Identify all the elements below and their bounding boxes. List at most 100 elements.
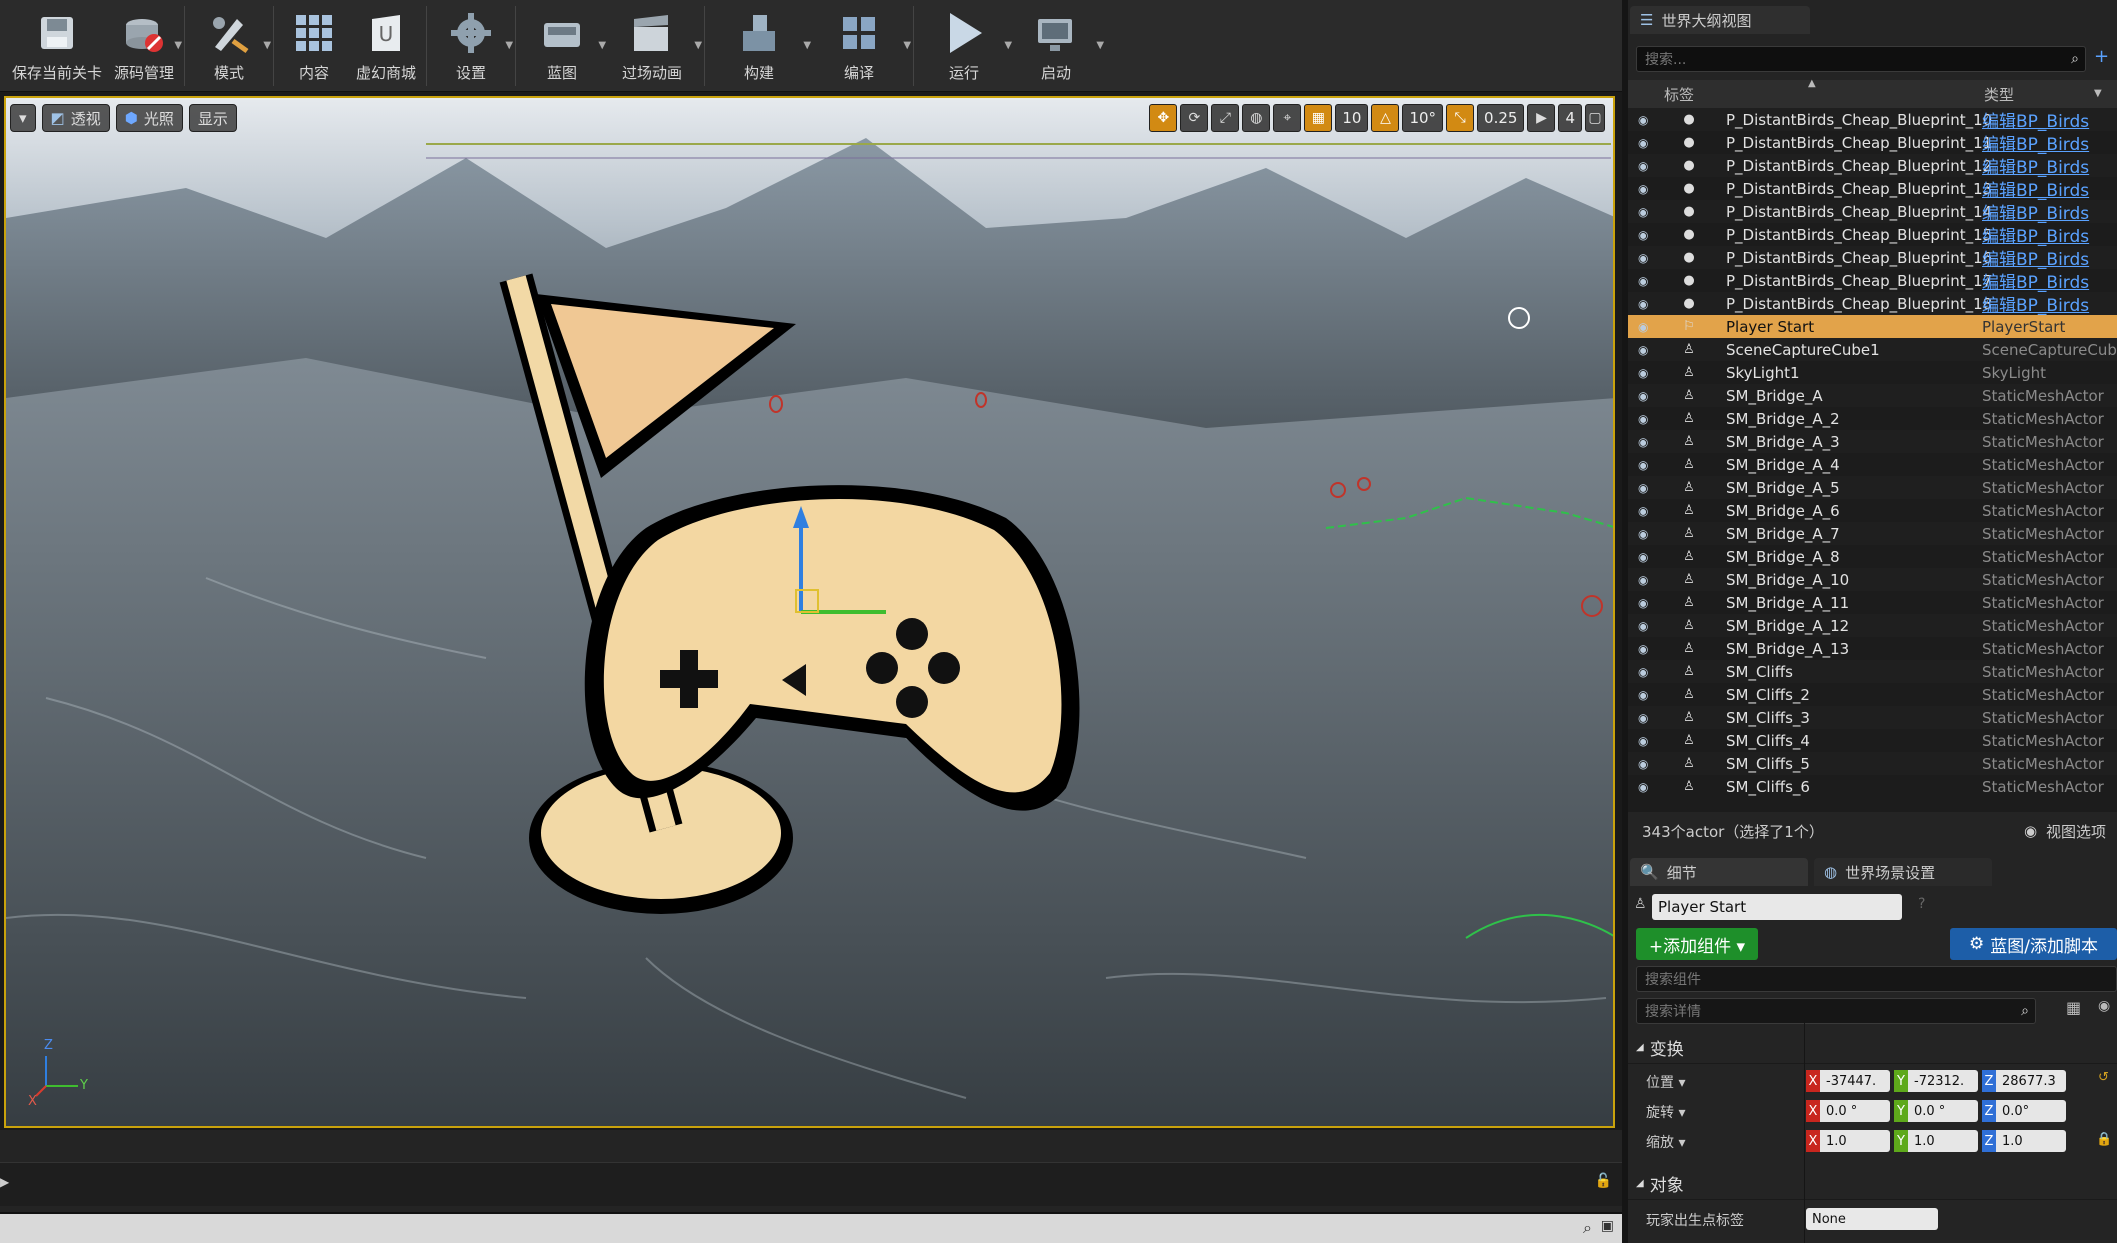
rotation-y-value[interactable]: 0.0 °	[1908, 1100, 1978, 1122]
scale-y-value[interactable]: 1.0	[1908, 1130, 1978, 1152]
lit-button[interactable]: ⬢ 光照	[115, 104, 183, 132]
search-components-input[interactable]: 搜索组件	[1636, 966, 2117, 992]
outliner-row[interactable]: ◉ ♙ SM_Cliffs_2 StaticMeshActor	[1628, 683, 2117, 706]
eye-icon[interactable]: ◉	[1638, 642, 1658, 656]
eye-icon[interactable]: ◉	[1638, 780, 1658, 794]
outliner-row-type[interactable]: 编辑BP_Birds	[1982, 222, 2089, 247]
eye-icon[interactable]: ◉	[1638, 412, 1658, 426]
eye-icon[interactable]: ◉	[1638, 435, 1658, 449]
scale-z-value[interactable]: 1.0	[1996, 1130, 2066, 1152]
scale-label[interactable]: 缩放 ▾	[1646, 1132, 1685, 1152]
scale-x-value[interactable]: 1.0	[1820, 1130, 1890, 1152]
rotation-y[interactable]: Y 0.0 °	[1894, 1100, 1978, 1122]
outliner-row[interactable]: ◉ ♙ SM_Bridge_A_8 StaticMeshActor	[1628, 545, 2117, 568]
scale-icon[interactable]: ⤢	[1211, 104, 1240, 132]
outliner-row[interactable]: ◉ ♙ SM_Cliffs StaticMeshActor	[1628, 660, 2117, 683]
perspective-button[interactable]: ◩ 透视	[41, 104, 110, 132]
outliner-row[interactable]: ◉ ♙ SM_Bridge_A_3 StaticMeshActor	[1628, 430, 2117, 453]
outliner-row[interactable]: ◉ ♙ SM_Bridge_A_10 StaticMeshActor	[1628, 568, 2117, 591]
content-button[interactable]: 内容	[278, 0, 350, 88]
eye-icon[interactable]: ◉	[1638, 389, 1658, 403]
location-x-value[interactable]: -37447.	[1820, 1070, 1890, 1092]
rotation-label[interactable]: 旋转 ▾	[1646, 1102, 1685, 1122]
outliner-row[interactable]: ◉ ● P_DistantBirds_Cheap_Blueprint_11 编辑BP_…	[1628, 131, 2117, 156]
eye-icon[interactable]: ◉	[1638, 228, 1658, 242]
view-options-button[interactable]: 视图选项	[2046, 821, 2106, 842]
level-viewport[interactable]: Z Y X ▾ ◩ 透视 ⬢ 光照 显示 ✥ ⟳ ⤢ ◍ ⌖ ▦ 10 △ 10…	[4, 96, 1615, 1128]
outliner-row[interactable]: ◉ ♙ SM_Bridge_A_13 StaticMeshActor	[1628, 637, 2117, 660]
rotate-icon[interactable]: ⟳	[1180, 104, 1209, 132]
eye-icon[interactable]: ◉	[1638, 113, 1658, 127]
search-details-input[interactable]: 搜索详情 ⌕	[1636, 998, 2036, 1024]
eye-icon[interactable]: ◉	[1638, 734, 1658, 748]
chevron-down-icon[interactable]: ▼	[505, 40, 513, 51]
add-icon[interactable]: +	[2094, 46, 2109, 67]
rotation-z[interactable]: Z 0.0°	[1982, 1100, 2066, 1122]
content-search-bar[interactable]: ⌕ ▣	[0, 1212, 1622, 1243]
eye-icon[interactable]: ◉	[1638, 343, 1658, 357]
build-button[interactable]: 构建 ▼	[709, 0, 811, 88]
world-space-icon[interactable]: ◍	[1242, 104, 1271, 132]
eye-icon[interactable]: ◉	[1638, 320, 1658, 334]
outliner-row[interactable]: ◉ ♙ SM_Bridge_A_11 StaticMeshActor	[1628, 591, 2117, 614]
location-z-value[interactable]: 28677.3	[1996, 1070, 2066, 1092]
save-icon[interactable]: ▣	[1601, 1218, 1614, 1234]
source-control-button[interactable]: 源码管理 ▼	[108, 0, 182, 88]
chevron-down-icon[interactable]: ▼	[174, 40, 182, 51]
outliner-row[interactable]: ◉ ♙ SM_Cliffs_5 StaticMeshActor	[1628, 752, 2117, 775]
eye-icon[interactable]: ◉	[1638, 757, 1658, 771]
outliner-row[interactable]: ◉ ● P_DistantBirds_Cheap_Blueprint_10 编辑BP_…	[1628, 108, 2117, 132]
outliner-row[interactable]: ◉ ♙ SM_Bridge_A_7 StaticMeshActor	[1628, 522, 2117, 545]
eye-icon[interactable]: ◉	[1638, 527, 1658, 541]
reset-icon[interactable]: ↺	[2098, 1070, 2109, 1085]
marketplace-button[interactable]: U 虚幻商城	[350, 0, 422, 88]
chevron-down-icon[interactable]: ▼	[903, 40, 911, 51]
outliner-row[interactable]: ◉ ● P_DistantBirds_Cheap_Blueprint_12 编辑BP_…	[1628, 153, 2117, 178]
eye-icon[interactable]: ◉	[1638, 251, 1658, 265]
outliner-search-input[interactable]: 搜索... ⌕	[1636, 46, 2086, 72]
scale-snap-value[interactable]: 0.25	[1477, 104, 1525, 132]
eye-icon[interactable]: ◉	[1638, 550, 1658, 564]
location-label[interactable]: 位置 ▾	[1646, 1072, 1685, 1092]
outliner-row[interactable]: ◉ ● P_DistantBirds_Cheap_Blueprint_15 编辑BP_…	[1628, 222, 2117, 248]
grid-snap-icon[interactable]: ▦	[1304, 104, 1333, 132]
chevron-down-icon[interactable]: ▼	[263, 40, 271, 51]
player-start-tag-input[interactable]: None	[1806, 1208, 1938, 1230]
eye-icon[interactable]: ◉	[1638, 665, 1658, 679]
scale-x[interactable]: X 1.0	[1806, 1130, 1890, 1152]
scale-snap-icon[interactable]: ⤡	[1446, 104, 1475, 132]
search-icon[interactable]: ⌕	[1583, 1218, 1592, 1238]
eye-icon[interactable]: ◉	[1638, 159, 1658, 173]
modes-button[interactable]: 模式 ▼	[189, 0, 271, 88]
save-current-level-button[interactable]: 保存当前关卡	[6, 0, 108, 88]
outliner-row[interactable]: ◉ ♙ SM_Bridge_A_12 StaticMeshActor	[1628, 614, 2117, 637]
play-button[interactable]: 运行 ▼	[918, 0, 1012, 88]
rotation-snap-icon[interactable]: △	[1371, 104, 1400, 132]
eye-icon[interactable]: ◉	[1638, 136, 1658, 150]
outliner-row[interactable]: ◉ ♙ SM_Bridge_A_5 StaticMeshActor	[1628, 476, 2117, 499]
outliner-row[interactable]: ◉ ⚐ Player Start PlayerStart	[1628, 315, 2117, 338]
eye-icon[interactable]: ◉	[1638, 274, 1658, 288]
outliner-row-type[interactable]: 编辑BP_Birds	[1982, 108, 2089, 132]
surface-snap-icon[interactable]: ⌖	[1273, 104, 1302, 132]
show-button[interactable]: 显示	[188, 104, 237, 132]
outliner-row-type[interactable]: 编辑BP_Birds	[1982, 153, 2089, 178]
outliner-row-type[interactable]: 编辑BP_Birds	[1982, 291, 2089, 316]
tab-details[interactable]: 🔍 细节	[1630, 858, 1808, 886]
outliner-row-type[interactable]: 编辑BP_Birds	[1982, 199, 2089, 224]
arrow-right-icon[interactable]: ▶	[0, 1175, 9, 1189]
outliner-row-type[interactable]: 编辑BP_Birds	[1982, 268, 2089, 293]
outliner-row[interactable]: ◉ ♙ SM_Cliffs_4 StaticMeshActor	[1628, 729, 2117, 752]
eye-icon[interactable]: ◉	[1638, 504, 1658, 518]
eye-icon[interactable]: ◉	[1638, 366, 1658, 380]
maximize-icon[interactable]: ▢	[1585, 104, 1605, 132]
outliner-row[interactable]: ◉ ♙ SM_Bridge_A_6 StaticMeshActor	[1628, 499, 2117, 522]
translate-icon[interactable]: ✥	[1149, 104, 1178, 132]
grid-snap-value[interactable]: 10	[1335, 104, 1369, 132]
outliner-row[interactable]: ◉ ♙ SM_Bridge_A StaticMeshActor	[1628, 384, 2117, 407]
outliner-row[interactable]: ◉ ♙ SkyLight1 SkyLight	[1628, 361, 2117, 384]
location-y[interactable]: Y -72312.	[1894, 1070, 1978, 1092]
outliner-row[interactable]: ◉ ♙ SceneCaptureCube1 SceneCaptureCube	[1628, 338, 2117, 361]
chevron-down-icon[interactable]: ▼	[2094, 88, 2102, 99]
eye-icon[interactable]: ◉	[1638, 573, 1658, 587]
